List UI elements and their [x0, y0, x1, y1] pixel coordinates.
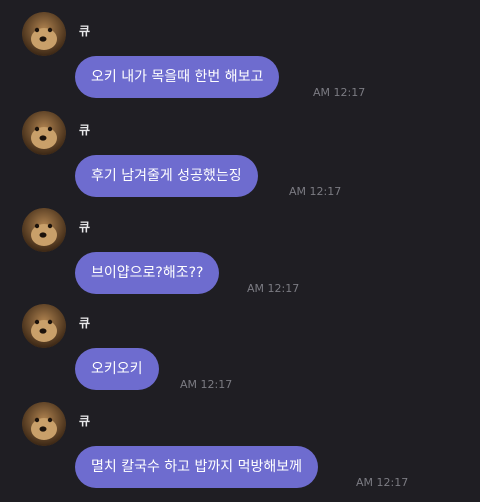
message-timestamp: AM 12:17: [313, 86, 366, 99]
sender-avatar[interactable]: [22, 304, 66, 348]
message-bubble[interactable]: 멸치 칼국수 하고 밥까지 먹방해보께: [75, 446, 318, 488]
sender-name: 큐: [79, 24, 91, 38]
dog-avatar-icon: [22, 111, 66, 155]
sender-name: 큐: [79, 414, 91, 428]
sender-name: 큐: [79, 123, 91, 137]
sender-avatar[interactable]: [22, 111, 66, 155]
chat-message-list[interactable]: 큐 오키 내가 목을때 한번 해보고 AM 12:17 큐 후기 남겨줄게 성공…: [0, 0, 480, 500]
message-group: 큐 브이얍으로?해조?? AM 12:17: [0, 208, 480, 308]
dog-avatar-icon: [22, 402, 66, 446]
message-bubble[interactable]: 후기 남겨줄게 성공했는징: [75, 155, 258, 197]
message-group: 큐 후기 남겨줄게 성공했는징 AM 12:17: [0, 111, 480, 211]
message-group: 큐 멸치 칼국수 하고 밥까지 먹방해보께 AM 12:17: [0, 402, 480, 502]
dog-avatar-icon: [22, 304, 66, 348]
sender-avatar[interactable]: [22, 12, 66, 56]
message-timestamp: AM 12:17: [356, 476, 409, 489]
sender-name: 큐: [79, 220, 91, 234]
message-bubble[interactable]: 오키오키: [75, 348, 159, 390]
message-bubble[interactable]: 오키 내가 목을때 한번 해보고: [75, 56, 280, 98]
sender-name: 큐: [79, 316, 91, 330]
sender-avatar[interactable]: [22, 402, 66, 446]
dog-avatar-icon: [22, 208, 66, 252]
message-group: 큐 오키오키 AM 12:17: [0, 304, 480, 404]
message-bubble[interactable]: 브이얍으로?해조??: [75, 252, 220, 294]
dog-avatar-icon: [22, 12, 66, 56]
message-group: 큐 오키 내가 목을때 한번 해보고 AM 12:17: [0, 12, 480, 112]
message-timestamp: AM 12:17: [289, 185, 342, 198]
sender-avatar[interactable]: [22, 208, 66, 252]
message-timestamp: AM 12:17: [247, 282, 300, 295]
message-timestamp: AM 12:17: [180, 378, 233, 391]
